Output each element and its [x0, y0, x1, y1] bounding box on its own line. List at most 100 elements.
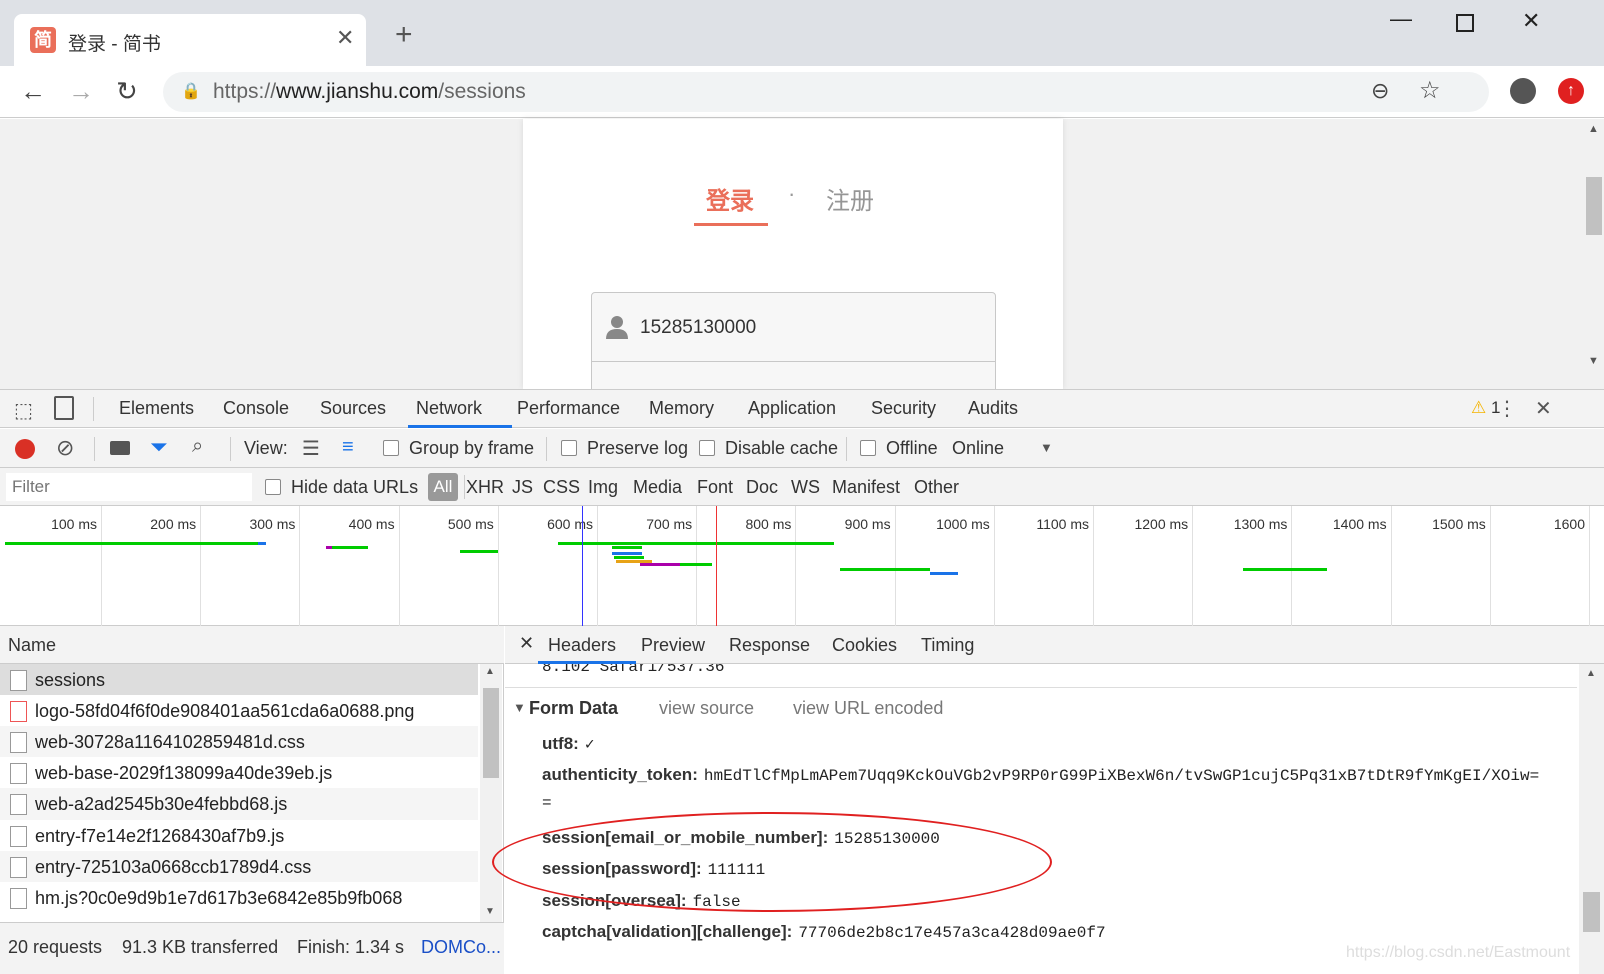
large-rows-icon[interactable]: ☰ [302, 436, 320, 461]
tab-sources[interactable]: Sources [320, 398, 386, 419]
timeline-tick-label: 200 ms [150, 516, 197, 532]
network-bottom: Name sessions logo-58fd04f6f0de908401aa5… [0, 626, 1604, 974]
preserve-log-checkbox[interactable] [561, 440, 577, 456]
scroll-up-icon[interactable]: ▲ [485, 666, 495, 677]
request-list-scrollbar[interactable]: ▲ ▼ [480, 664, 502, 922]
tab-network[interactable]: Network [416, 398, 482, 419]
forward-icon[interactable]: → [68, 78, 94, 104]
detail-scrollbar[interactable]: ▲ [1579, 664, 1604, 974]
clear-icon[interactable]: ⊘ [56, 435, 74, 461]
url-text[interactable]: https://www.jianshu.com/sessions [213, 80, 526, 104]
detail-tab-headers[interactable]: Headers [548, 635, 616, 656]
register-tab[interactable]: 注册 [826, 181, 874, 216]
detail-tab-timing[interactable]: Timing [921, 635, 974, 656]
page-scrollbar[interactable]: ▲ ▼ [1582, 119, 1604, 389]
browser-tab[interactable]: 简 登录 - 简书 ✕ [14, 14, 366, 66]
device-toolbar-icon[interactable] [54, 396, 74, 420]
filter-other[interactable]: Other [914, 477, 959, 498]
bookmark-star-icon[interactable]: ☆ [1419, 76, 1441, 105]
tab-performance[interactable]: Performance [517, 398, 620, 419]
tab-elements[interactable]: Elements [119, 398, 194, 419]
login-tab-underline [694, 223, 768, 226]
jianshu-favicon-icon: 简 [30, 27, 56, 53]
warning-icon: ⚠ [1471, 398, 1487, 417]
maximize-icon[interactable] [1456, 14, 1474, 32]
timeline-bar [614, 556, 644, 559]
hide-data-urls-checkbox[interactable] [265, 479, 281, 495]
waterfall-icon[interactable]: ≡ [342, 436, 354, 459]
scroll-down-icon[interactable]: ▼ [1588, 355, 1599, 367]
close-devtools-icon[interactable]: ✕ [1535, 396, 1552, 421]
scroll-up-icon[interactable]: ▲ [1586, 668, 1596, 679]
phone-input[interactable]: 15285130000 [591, 292, 996, 362]
throttle-select[interactable]: Online [952, 438, 1004, 459]
filter-media[interactable]: Media [633, 477, 682, 498]
detail-tab-preview[interactable]: Preview [641, 635, 705, 656]
zoom-out-icon[interactable]: ⊖ [1371, 78, 1389, 104]
page-scroll-thumb[interactable] [1586, 177, 1602, 235]
filter-manifest[interactable]: Manifest [832, 477, 900, 498]
record-icon[interactable] [15, 439, 35, 459]
network-status-bar: 20 requests 91.3 KB transferred Finish: … [0, 922, 504, 974]
request-row[interactable]: entry-725103a0668ccb1789d4.css [0, 851, 478, 883]
login-tab[interactable]: 登录 [706, 181, 754, 216]
inspect-element-icon[interactable]: ⬚ [14, 398, 33, 423]
dropdown-arrow-icon[interactable]: ▼ [1040, 440, 1053, 455]
close-detail-icon[interactable]: ✕ [519, 633, 534, 654]
profile-avatar-icon[interactable] [1510, 78, 1536, 104]
tab-console[interactable]: Console [223, 398, 289, 419]
detail-tab-response[interactable]: Response [729, 635, 810, 656]
offline-checkbox[interactable] [860, 440, 876, 456]
search-icon[interactable]: ⌕ [192, 435, 203, 458]
filter-img[interactable]: Img [588, 477, 618, 498]
detail-tab-cookies[interactable]: Cookies [832, 635, 897, 656]
view-url-encoded-link[interactable]: view URL encoded [793, 698, 943, 719]
filter-doc[interactable]: Doc [746, 477, 778, 498]
tab-security[interactable]: Security [871, 398, 936, 419]
filter-all[interactable]: All [428, 473, 458, 501]
name-column-header[interactable]: Name [0, 626, 504, 664]
detail-scroll-thumb[interactable] [1583, 892, 1600, 932]
request-row[interactable]: sessions [0, 664, 478, 696]
filter-xhr[interactable]: XHR [466, 477, 504, 498]
request-row[interactable]: web-base-2029f138099a40de39eb.js [0, 757, 478, 789]
filter-icon[interactable]: ⏷ [150, 434, 168, 460]
scroll-up-icon[interactable]: ▲ [1588, 123, 1599, 135]
scroll-down-icon[interactable]: ▼ [485, 906, 495, 917]
tab-close-icon[interactable]: ✕ [336, 25, 354, 51]
close-window-icon[interactable]: ✕ [1522, 8, 1540, 34]
minimize-icon[interactable]: — [1390, 6, 1412, 32]
more-menu-icon[interactable]: ⋮ [1497, 396, 1517, 421]
request-row[interactable]: web-30728a1164102859481d.css [0, 726, 478, 758]
update-icon[interactable]: ↑ [1558, 78, 1584, 104]
view-source-link[interactable]: view source [659, 698, 754, 719]
address-bar[interactable]: 🔒 https://www.jianshu.com/sessions ⊖ ☆ [163, 72, 1489, 112]
tab-audits[interactable]: Audits [968, 398, 1018, 419]
request-row[interactable]: entry-f7e14e2f1268430af7b9.js [0, 820, 478, 852]
request-name: web-base-2029f138099a40de39eb.js [35, 763, 333, 783]
screenshot-camera-icon[interactable] [110, 441, 130, 455]
filter-input[interactable] [6, 473, 252, 501]
request-row[interactable]: web-a2ad2545b30e4febbd68.js [0, 788, 478, 820]
tab-memory[interactable]: Memory [649, 398, 714, 419]
request-row[interactable]: hm.js?0c0e9d9b1e7d617b3e6842e85b9fb068 [0, 882, 478, 914]
timeline-bar [326, 546, 332, 549]
filter-ws[interactable]: WS [791, 477, 820, 498]
group-by-frame-checkbox[interactable] [383, 440, 399, 456]
form-data-title[interactable]: Form Data [529, 698, 618, 719]
request-row[interactable]: logo-58fd04f6f0de908401aa561cda6a0688.pn… [0, 695, 478, 727]
filter-font[interactable]: Font [697, 477, 733, 498]
back-icon[interactable]: ← [20, 78, 46, 104]
tab-application[interactable]: Application [748, 398, 836, 419]
request-list-scroll-thumb[interactable] [483, 688, 499, 778]
password-input[interactable] [591, 362, 996, 392]
disable-cache-checkbox[interactable] [699, 440, 715, 456]
filter-js[interactable]: JS [512, 477, 533, 498]
expand-triangle-icon[interactable]: ▼ [513, 700, 526, 715]
timeline-tick-label: 1400 ms [1332, 516, 1387, 532]
load-event-line [716, 506, 717, 626]
network-timeline[interactable]: 100 ms 200 ms 300 ms 400 ms 500 ms 600 ms 700 … [0, 506, 1604, 626]
reload-icon[interactable]: ↻ [116, 78, 138, 104]
filter-css[interactable]: CSS [543, 477, 580, 498]
new-tab-icon[interactable]: + [395, 20, 413, 50]
